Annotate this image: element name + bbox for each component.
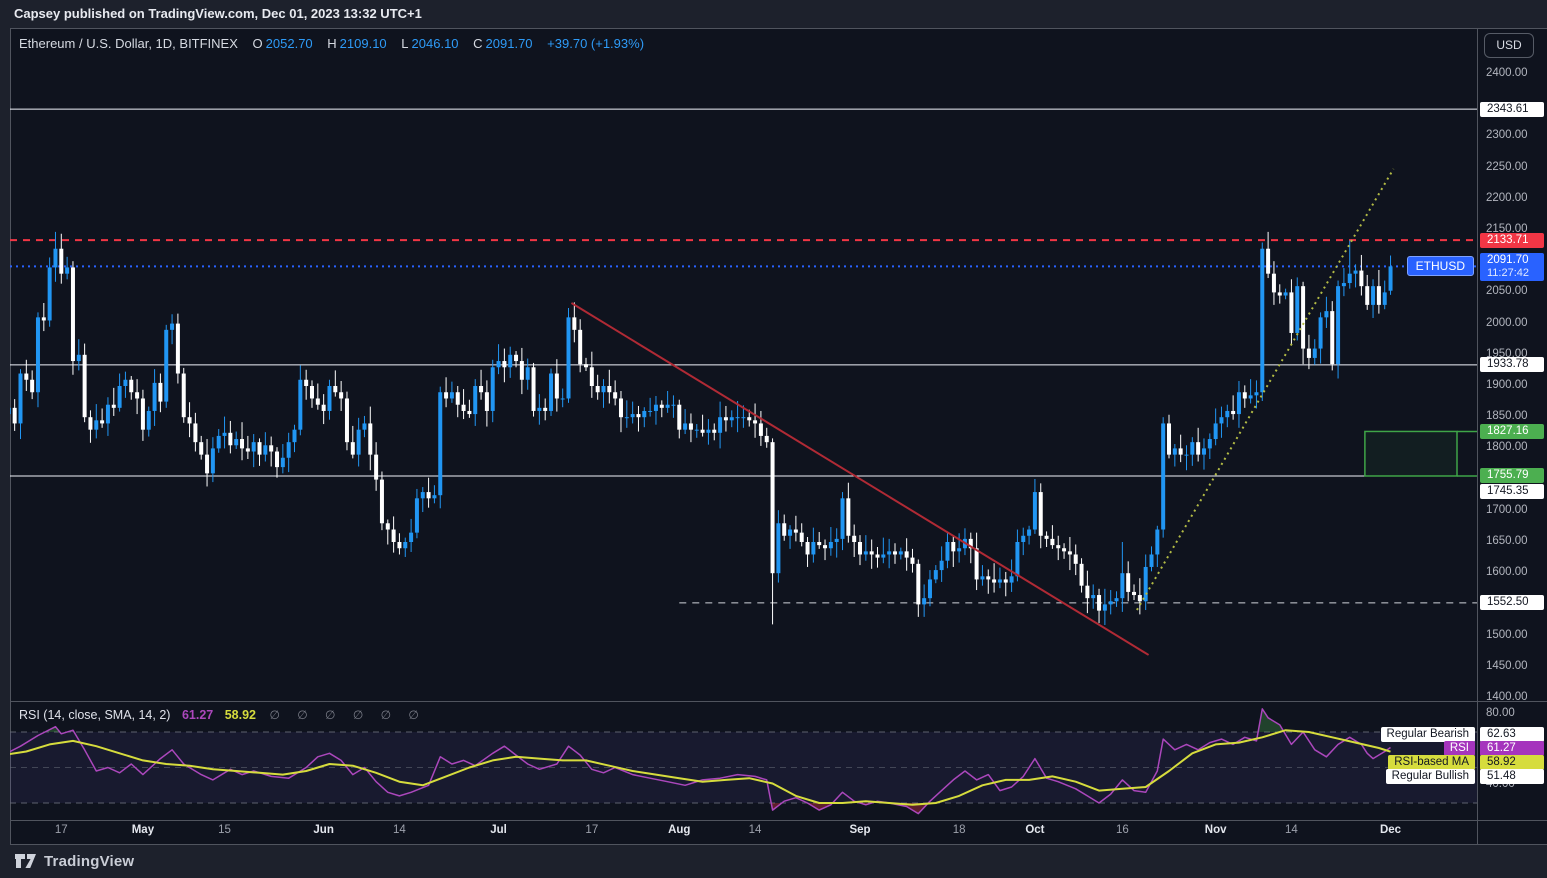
time-label-14: 14 xyxy=(748,824,762,836)
price-label-1552.50: 1552.50 xyxy=(1480,595,1544,611)
ohlc-low-value: 2046.10 xyxy=(411,36,459,51)
price-tick-2300: 2300.00 xyxy=(1486,129,1528,142)
time-label-16: 16 xyxy=(1115,824,1129,836)
price-tick-2050: 2050.00 xyxy=(1486,285,1528,298)
rsi-indicator-title[interactable]: RSI (14, close, SMA, 14, 2) xyxy=(19,708,170,722)
time-label-14: 14 xyxy=(393,824,406,836)
price-label-1745.35: 1745.35 xyxy=(1480,484,1544,500)
price-tick-1850: 1850.00 xyxy=(1486,410,1528,423)
time-label-Nov: Nov xyxy=(1204,824,1227,836)
price-tick-1600: 1600.00 xyxy=(1486,566,1528,579)
price-tick-1800: 1800.00 xyxy=(1486,441,1528,454)
footer: TradingView xyxy=(14,850,134,872)
currency-toggle-button[interactable]: USD xyxy=(1484,33,1534,58)
time-label-17: 17 xyxy=(54,824,68,836)
tradingview-logo-text[interactable]: TradingView xyxy=(44,853,134,870)
ohlc-high-label: H xyxy=(327,36,337,51)
rsi-value-label-regular-bullish: 51.48 xyxy=(1480,768,1544,784)
rsi-value-label-rsi-based-ma: 58.92 xyxy=(1480,754,1544,770)
price-label-1827.16: 1827.16 xyxy=(1480,423,1544,439)
price-tick-2000: 2000.00 xyxy=(1486,316,1528,329)
rsi-value: 61.27 xyxy=(181,708,214,722)
publish-bar: Capsey published on TradingView.com, Dec… xyxy=(0,0,1547,28)
publish-text: Capsey published on TradingView.com, Dec… xyxy=(14,6,422,21)
price-tick-2400: 2400.00 xyxy=(1486,67,1528,79)
price-label-2343.61: 2343.61 xyxy=(1480,101,1544,117)
time-label-15: 15 xyxy=(218,824,231,836)
ohlc-open-value: 2052.70 xyxy=(265,36,313,51)
time-label-18: 18 xyxy=(952,824,966,836)
price-label-2133.71: 2133.71 xyxy=(1480,232,1544,248)
price-label-1933.78: 1933.78 xyxy=(1480,357,1544,373)
price-tick-1650: 1650.00 xyxy=(1486,535,1528,547)
hidden-args-icons: ∅ ∅ ∅ ∅ ∅ ∅ xyxy=(269,708,426,722)
time-label-Jun: Jun xyxy=(313,824,334,836)
rsi-ma-value: 58.92 xyxy=(224,708,256,722)
tradingview-logo-icon xyxy=(15,854,36,868)
ohlc-close-label: C xyxy=(473,36,483,51)
price-axis[interactable]: 2400.00 2300.00 2250.00 2200.00 2150.00 2050.… xyxy=(1478,28,1547,820)
change-value: +39.70 (+1.93%) xyxy=(547,36,645,51)
rsi-value-label-regular-bearish: 62.63 xyxy=(1480,726,1544,742)
price-chart-canvas[interactable] xyxy=(10,28,1477,702)
price-tick-2250: 2250.00 xyxy=(1486,160,1528,173)
ohlc-low-label: L xyxy=(401,36,409,51)
time-label-17: 17 xyxy=(585,824,599,836)
time-label-May: May xyxy=(131,824,155,836)
price-tick-1700: 1700.00 xyxy=(1486,503,1528,516)
symbol-title[interactable]: Ethereum / U.S. Dollar, 1D, BITFINEX xyxy=(19,36,238,51)
price-tick-2200: 2200.00 xyxy=(1486,191,1528,204)
rsi-indicator-header: RSI (14, close, SMA, 14, 2) 61.27 58.92 … xyxy=(19,708,426,722)
time-label-Oct: Oct xyxy=(1025,824,1045,836)
time-axis[interactable]: 17 May 15 Jun 14 Jul 17 Aug 14 Sep 18 Oct 16 Nov 14 Dec xyxy=(10,821,1477,844)
symbol-header: Ethereum / U.S. Dollar, 1D, BITFINEX O 20… xyxy=(19,36,647,51)
ohlc-high-value: 2109.10 xyxy=(339,36,387,51)
time-label-Sep: Sep xyxy=(849,824,871,836)
rsi-value-label-rsi: 61.27 xyxy=(1480,740,1544,756)
price-label-1755.79: 1755.79 xyxy=(1480,468,1544,484)
price-label-2091.70: 2091.70 11:27:42 xyxy=(1480,252,1544,281)
price-tick-1500: 1500.00 xyxy=(1486,628,1528,641)
price-tick-1900: 1900.00 xyxy=(1486,379,1528,391)
time-label-Dec: Dec xyxy=(1379,824,1402,836)
time-label-Jul: Jul xyxy=(490,824,507,836)
price-tick-1450: 1450.00 xyxy=(1486,659,1528,672)
time-label-14: 14 xyxy=(1285,824,1298,836)
ohlc-close-value: 2091.70 xyxy=(485,36,533,51)
price-tick-1400: 1400.00 xyxy=(1486,691,1528,703)
time-label-Aug: Aug xyxy=(668,824,691,836)
rsi-tick-80: 80.00 xyxy=(1486,707,1515,720)
pane-resize-handle[interactable] xyxy=(10,701,1547,702)
ohlc-open-label: O xyxy=(252,36,263,51)
